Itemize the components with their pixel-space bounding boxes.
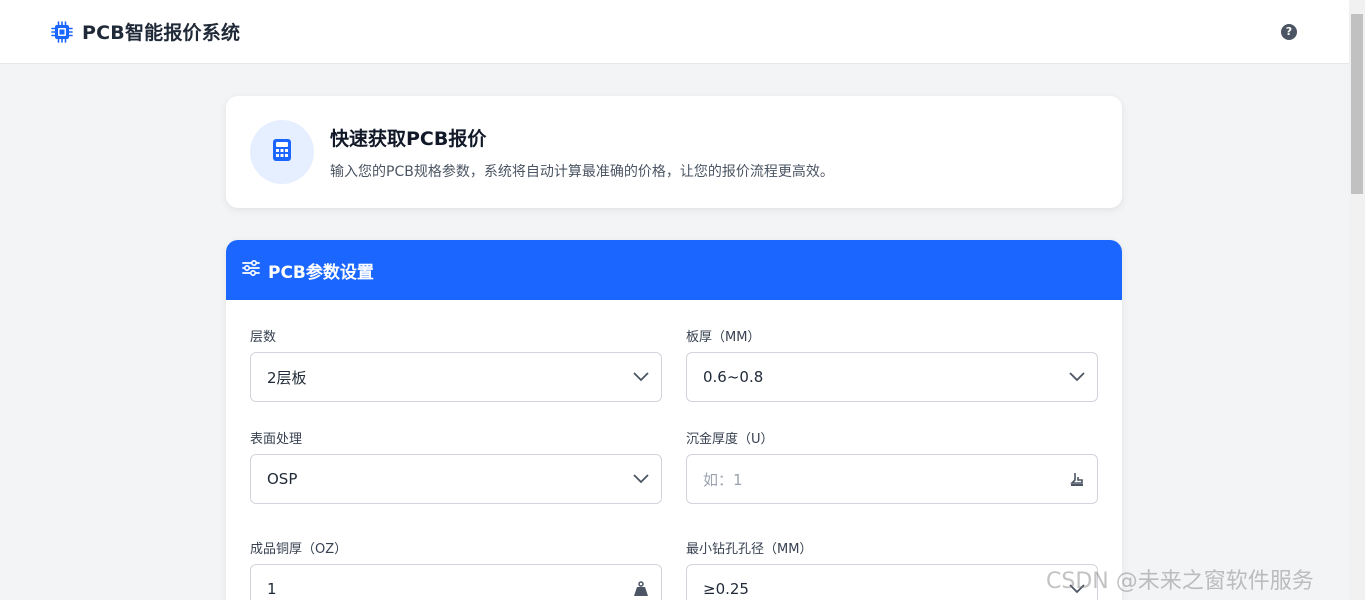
gold-thickness-placeholder: 如：1 bbox=[703, 470, 743, 489]
page-scrollbar[interactable] bbox=[1349, 0, 1365, 600]
app-title: PCB智能报价系统 bbox=[82, 22, 241, 44]
weight-icon bbox=[621, 581, 661, 597]
layers-label: 层数 bbox=[250, 330, 277, 345]
params-title: PCB参数设置 bbox=[268, 262, 374, 283]
intro-description: 输入您的PCB规格参数，系统将自动计算最准确的价格，让您的报价流程更高效。 bbox=[330, 164, 834, 180]
gold-thickness-label: 沉金厚度（U） bbox=[686, 432, 774, 447]
top-bar: PCB智能报价系统 bbox=[0, 0, 1349, 64]
chevron-down-icon bbox=[621, 372, 661, 382]
intro-title: 快速获取PCB报价 bbox=[330, 128, 487, 150]
surface-value: OSP bbox=[267, 470, 298, 488]
drill-value: ≥0.25 bbox=[703, 580, 749, 598]
surface-select[interactable]: OSP bbox=[250, 454, 662, 504]
question-circle-icon[interactable]: ? bbox=[1281, 24, 1297, 40]
thickness-value: 0.6~0.8 bbox=[703, 368, 764, 386]
chevron-down-icon bbox=[1057, 372, 1097, 382]
layers-select[interactable]: 2层板 bbox=[250, 352, 662, 402]
watermark: CSDN @未来之窗软件服务 bbox=[1046, 569, 1314, 594]
chevron-down-icon bbox=[621, 474, 661, 484]
params-header: PCB参数设置 bbox=[226, 240, 1122, 300]
drill-select[interactable]: ≥0.25 bbox=[686, 564, 1098, 600]
chip-icon bbox=[50, 20, 74, 44]
surface-label: 表面处理 bbox=[250, 432, 303, 447]
copper-input[interactable]: 1 bbox=[250, 564, 662, 600]
layers-value: 2层板 bbox=[267, 368, 307, 387]
weight-scale-icon bbox=[1057, 471, 1097, 487]
gold-thickness-input[interactable]: 如：1 bbox=[686, 454, 1098, 504]
copper-label: 成品铜厚（OZ） bbox=[250, 542, 348, 557]
drill-label: 最小钻孔孔径（MM） bbox=[686, 542, 813, 557]
params-card: PCB参数设置 层数 2层板 板厚（MM） 0.6~0.8 表面处理 OSP 沉… bbox=[226, 240, 1122, 600]
intro-icon-badge bbox=[250, 120, 314, 184]
thickness-select[interactable]: 0.6~0.8 bbox=[686, 352, 1098, 402]
intro-card: 快速获取PCB报价 输入您的PCB规格参数，系统将自动计算最准确的价格，让您的报… bbox=[226, 96, 1122, 208]
copper-value: 1 bbox=[267, 580, 277, 598]
calculator-icon bbox=[272, 138, 292, 166]
scrollbar-thumb[interactable] bbox=[1351, 14, 1363, 194]
sliders-icon bbox=[242, 259, 260, 280]
thickness-label: 板厚（MM） bbox=[686, 330, 761, 345]
